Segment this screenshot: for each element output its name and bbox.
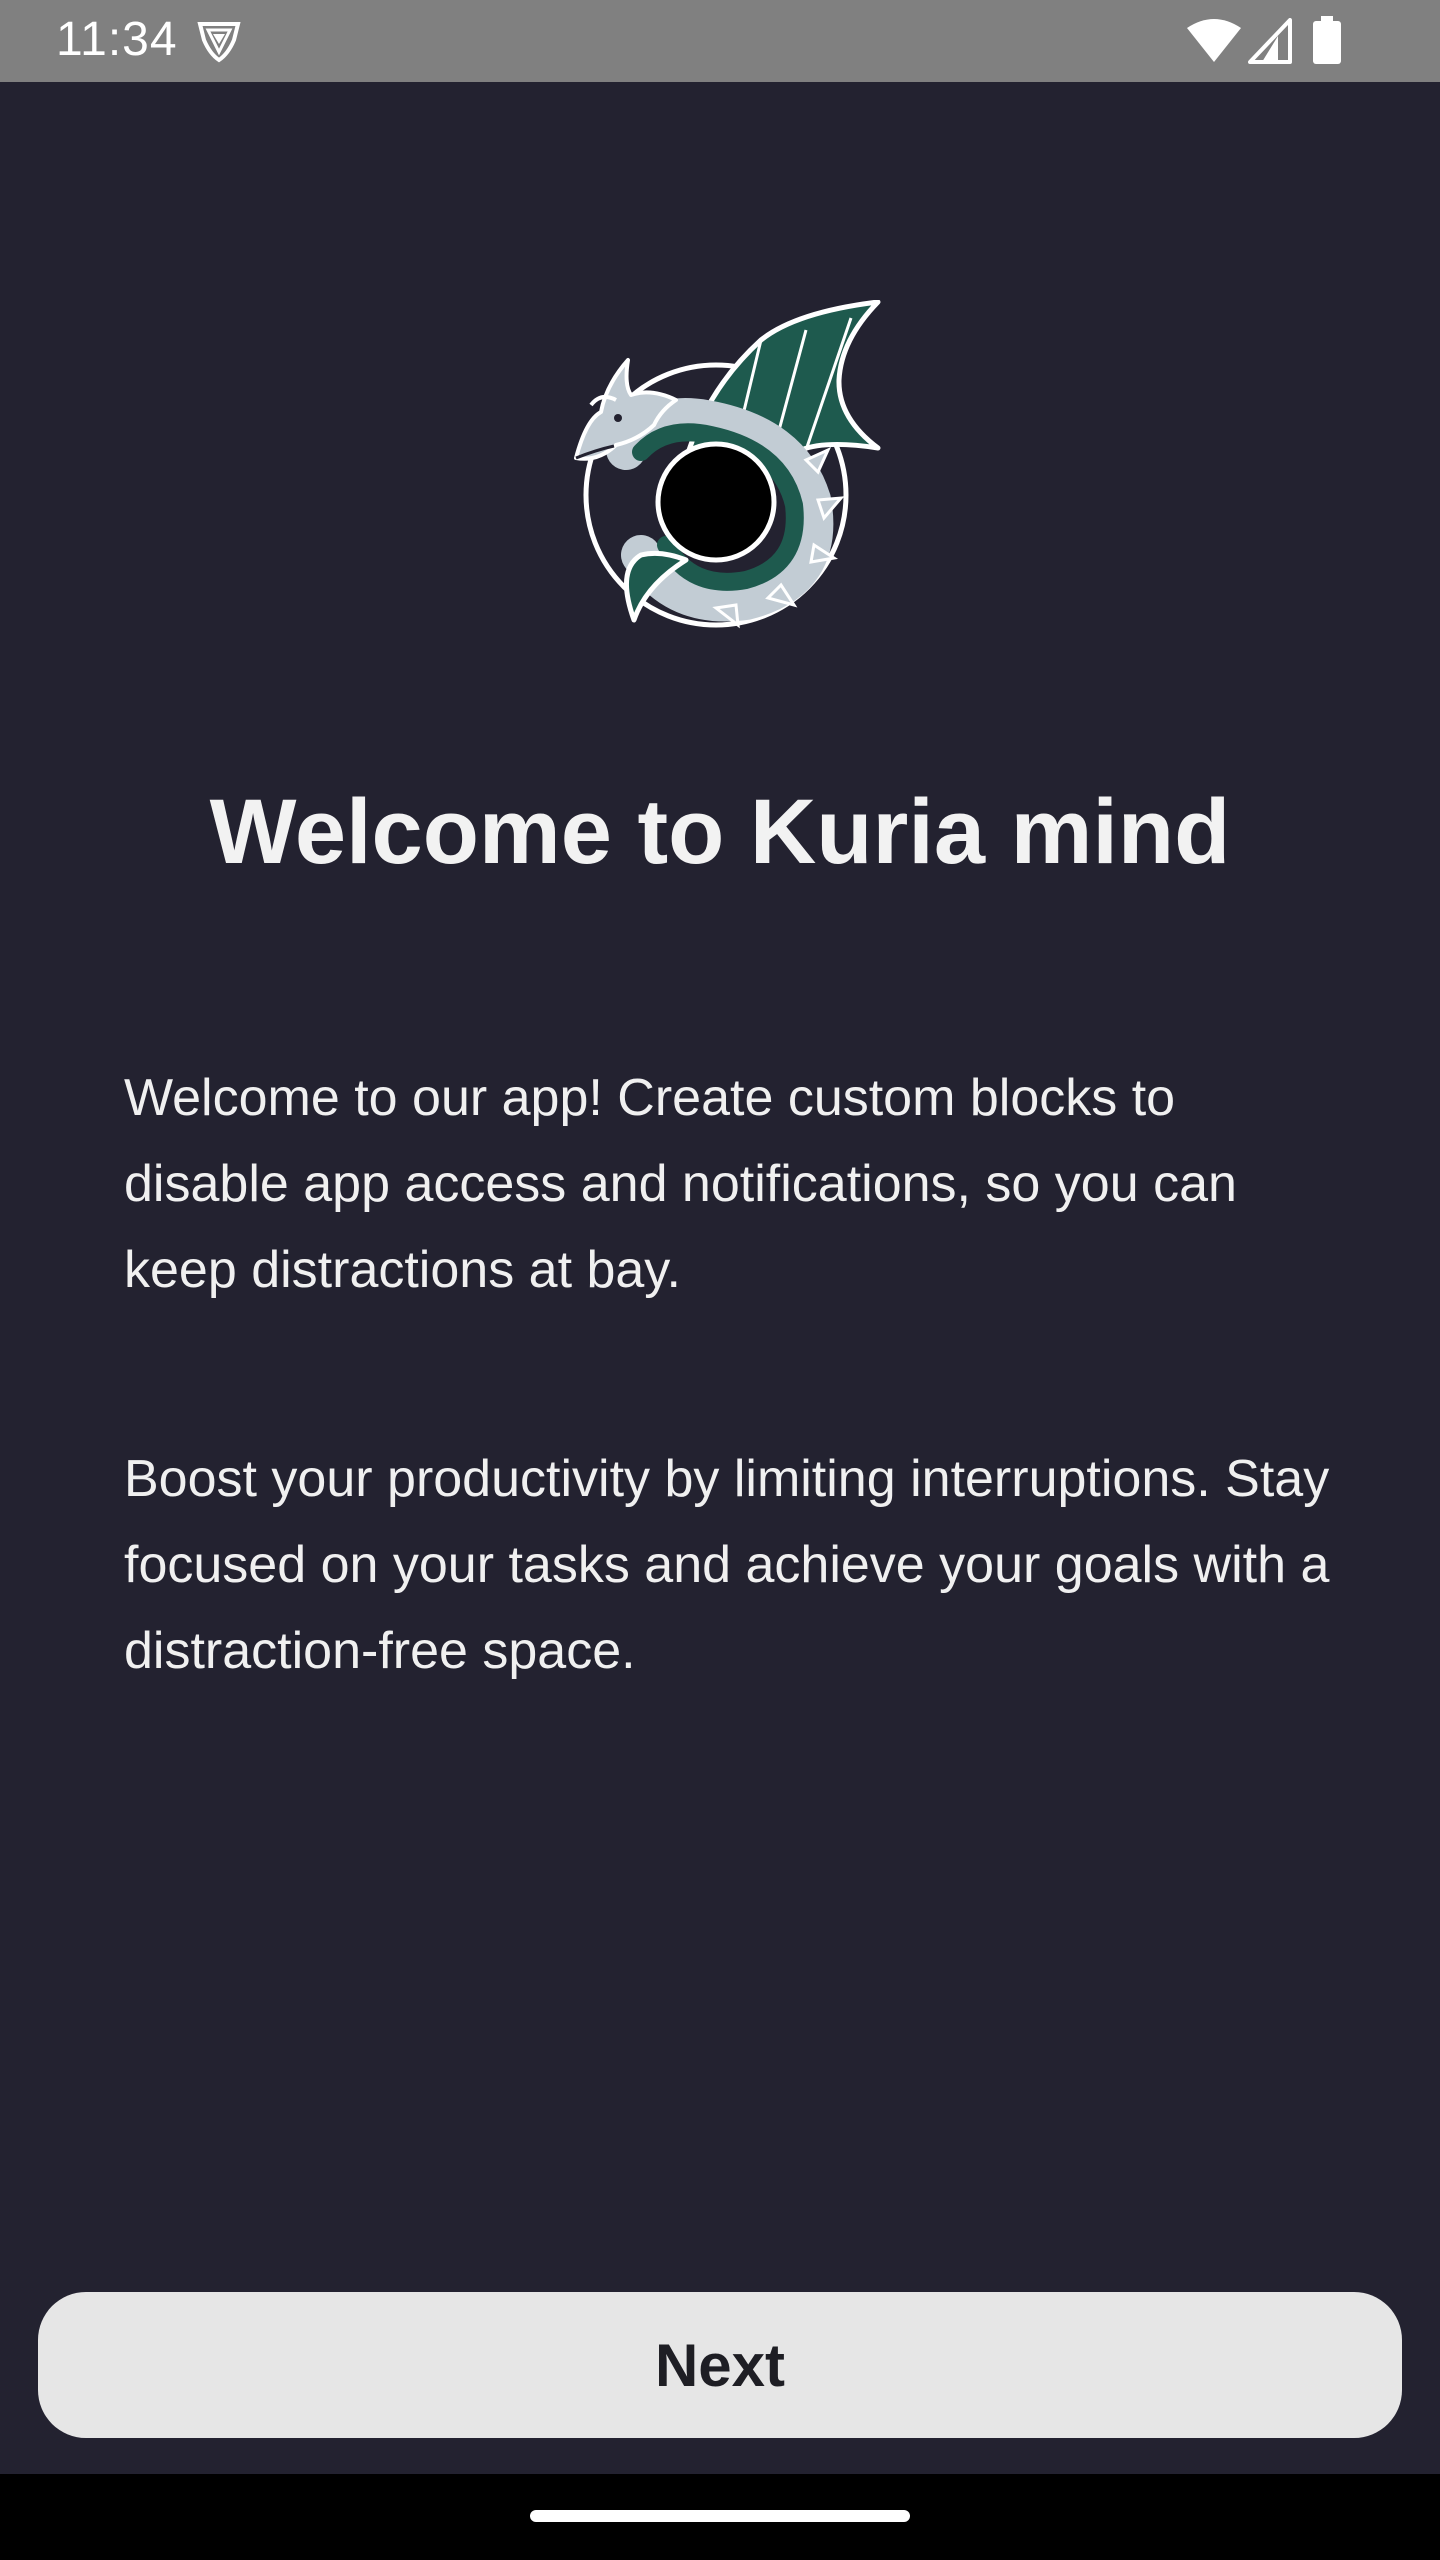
next-button[interactable]: Next [38,2292,1402,2438]
status-time: 11:34 [56,13,178,66]
wifi-icon [1187,19,1241,62]
status-bar: 11:34 [0,0,1440,82]
intro-paragraph: Welcome to our app! Create custom blocks… [124,1069,1237,1299]
dragon-logo-icon [574,300,881,629]
home-indicator[interactable] [530,2510,910,2522]
cell-signal-icon [1248,18,1292,64]
page-title: Welcome to Kuria mind [209,781,1231,883]
battery-icon [1313,16,1341,64]
vpn-shield-icon [197,22,241,63]
benefits-paragraph: Boost your productivity by limiting inte… [124,1450,1330,1680]
